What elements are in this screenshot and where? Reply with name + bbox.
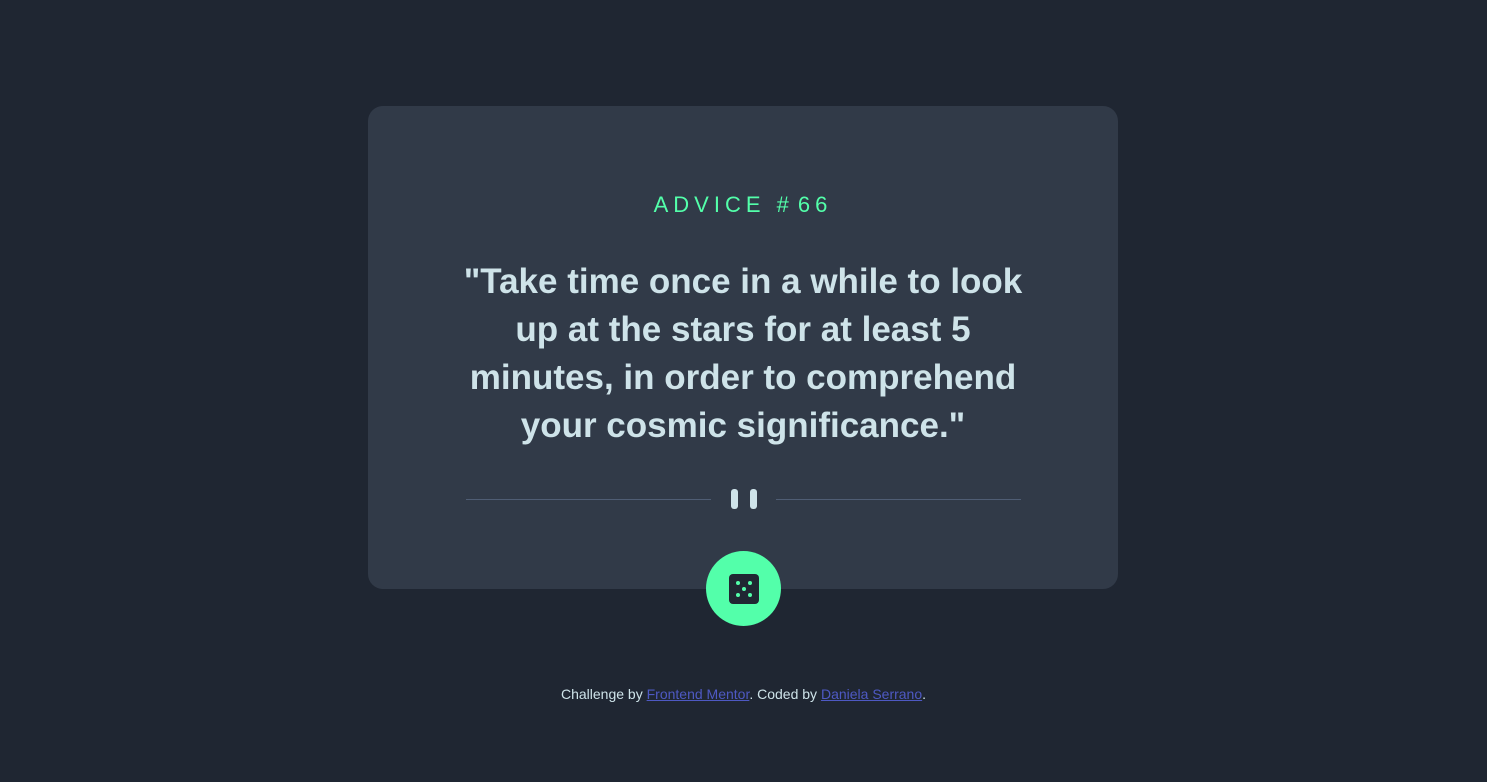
footer-middle: . Coded by xyxy=(749,686,821,702)
frontend-mentor-link[interactable]: Frontend Mentor xyxy=(647,686,750,702)
footer-suffix: . xyxy=(922,686,927,702)
divider-line-left xyxy=(466,499,711,500)
author-link[interactable]: Daniela Serrano xyxy=(821,686,922,702)
advice-number: 66 xyxy=(797,192,833,217)
advice-card: ADVICE #66 "Take time once in a while to… xyxy=(368,106,1118,589)
advice-quote: "Take time once in a while to look up at… xyxy=(463,262,1023,445)
divider xyxy=(466,488,1021,510)
advice-id: ADVICE #66 xyxy=(368,192,1118,218)
advice-label: ADVICE # xyxy=(653,192,794,217)
attribution-footer: Challenge by Frontend Mentor. Coded by D… xyxy=(0,686,1487,702)
pause-icon xyxy=(731,489,757,509)
footer-prefix: Challenge by xyxy=(560,686,647,702)
dice-icon xyxy=(728,573,759,604)
divider-line-right xyxy=(776,499,1021,500)
generate-advice-button[interactable] xyxy=(706,551,781,626)
